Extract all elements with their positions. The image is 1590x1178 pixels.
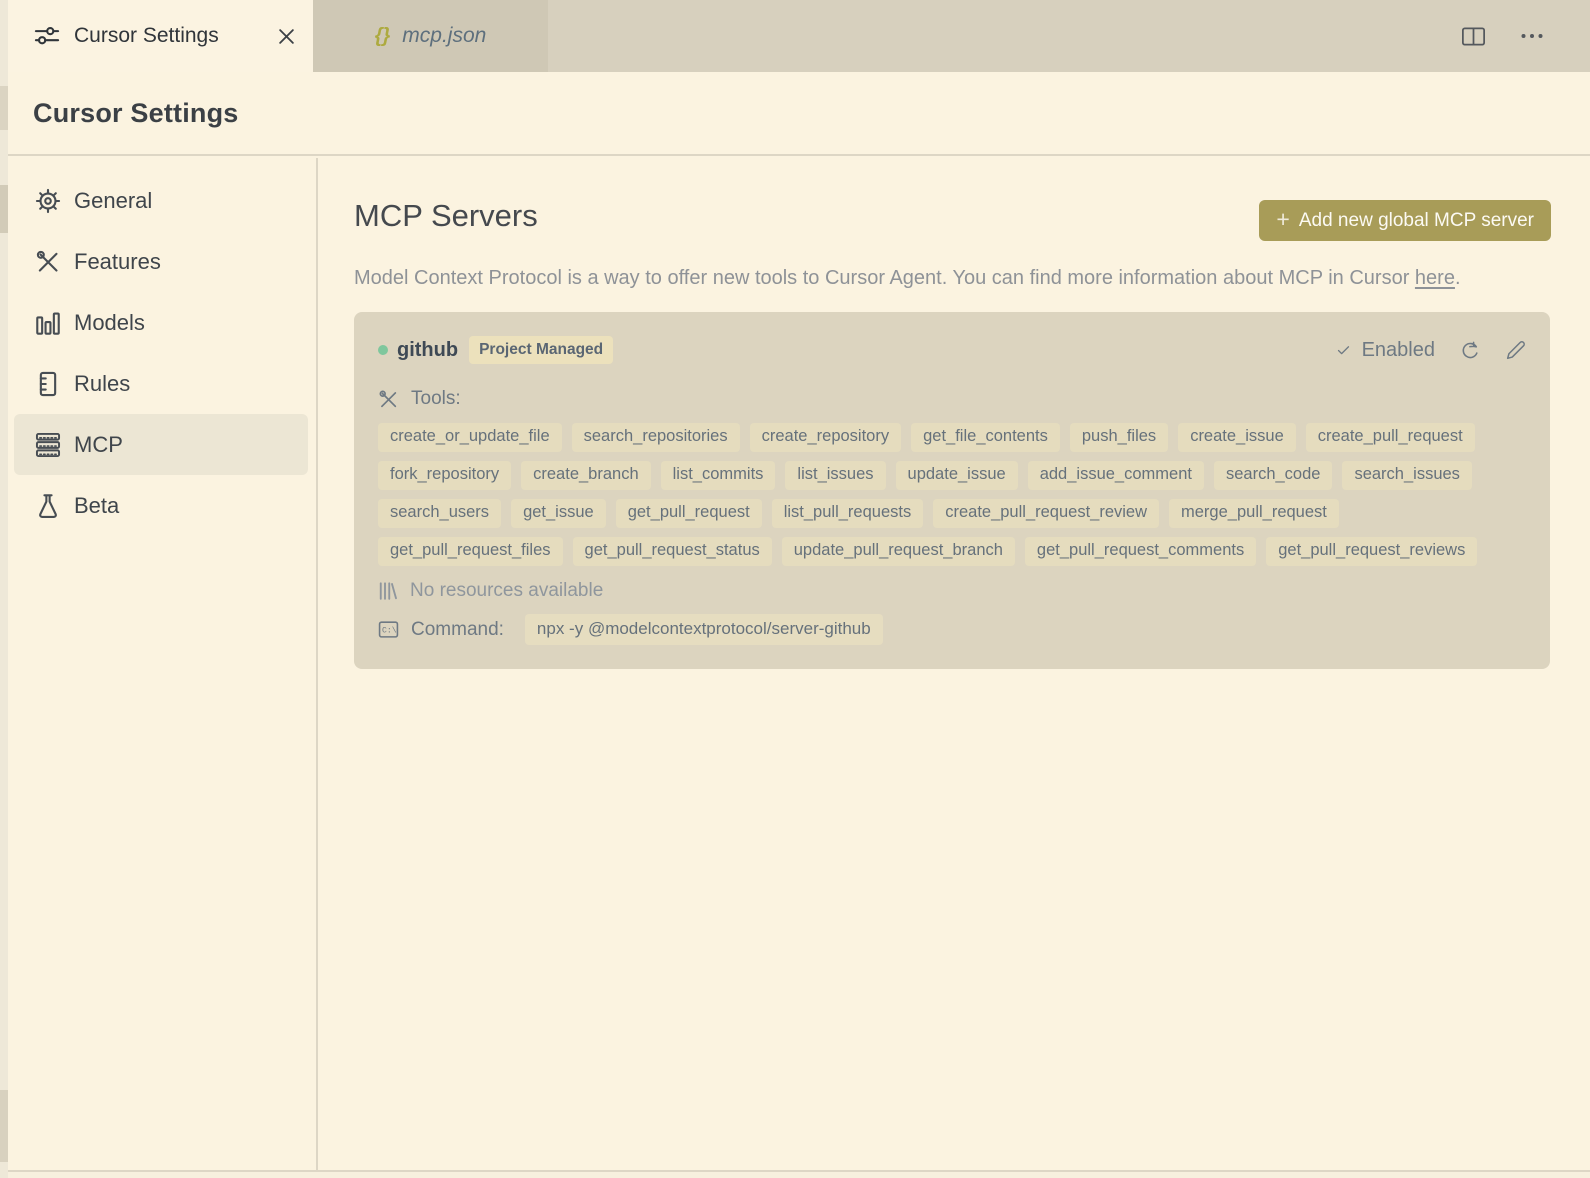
command-value: npx -y @modelcontextprotocol/server-gith…	[524, 614, 883, 645]
command-terminal-icon: C:\	[378, 619, 399, 640]
sidebar-item-features[interactable]: Features	[14, 231, 308, 292]
enabled-label: Enabled	[1361, 338, 1435, 361]
tools-label: Tools:	[411, 388, 461, 409]
tool-chip: list_issues	[785, 461, 886, 490]
editor-tab-bar: Cursor Settings {} mcp.json	[8, 0, 1590, 72]
tool-chip: add_issue_comment	[1027, 461, 1204, 490]
braces-icon: {}	[374, 24, 391, 47]
tool-chip: get_pull_request_files	[378, 537, 563, 566]
tool-chip: get_pull_request_reviews	[1266, 537, 1478, 566]
gear-icon	[35, 188, 61, 214]
edit-pencil-icon[interactable]	[1506, 340, 1526, 360]
tool-chip: create_branch	[521, 461, 651, 490]
description-period: .	[1454, 267, 1461, 289]
tool-chip: search_repositories	[571, 423, 740, 452]
plus-icon: +	[1276, 206, 1290, 232]
sidebar-item-general[interactable]: General	[14, 170, 308, 231]
sidebar-item-beta[interactable]: Beta	[14, 475, 308, 536]
more-actions-icon[interactable]	[1520, 32, 1544, 40]
mcp-settings-panel: MCP Servers + Add new global MCP server …	[318, 158, 1590, 1172]
ruler-icon	[35, 371, 61, 397]
page-title: Cursor Settings	[33, 97, 239, 128]
tool-chip: get_issue	[511, 499, 606, 528]
tool-chip: fork_repository	[378, 461, 512, 490]
split-editor-icon[interactable]	[1461, 26, 1486, 47]
sidebar-item-label: Beta	[74, 492, 120, 518]
tool-chip: create_repository	[749, 423, 902, 452]
tool-chip: list_commits	[660, 461, 776, 490]
left-edge-segment	[0, 86, 8, 130]
svg-text:C:\: C:\	[382, 626, 397, 636]
project-managed-badge: Project Managed	[469, 336, 614, 364]
tool-chip: create_pull_request_review	[933, 499, 1160, 528]
tool-chip: create_issue	[1178, 423, 1296, 452]
tool-chip: update_issue	[895, 461, 1018, 490]
tool-chip: get_pull_request	[615, 499, 762, 528]
sidebar-item-label: Features	[74, 248, 161, 274]
server-stack-icon	[35, 432, 61, 458]
tab-label: Cursor Settings	[74, 24, 219, 47]
tab-cursor-settings[interactable]: Cursor Settings	[8, 0, 313, 72]
tool-chip: push_files	[1069, 423, 1169, 452]
sidebar-item-mcp[interactable]: MCP	[14, 414, 308, 475]
section-description: Model Context Protocol is a way to offer…	[354, 261, 1534, 296]
mcp-server-card-github: github Project Managed Enabled Tools: cr…	[354, 312, 1550, 669]
sidebar-item-label: MCP	[74, 431, 123, 457]
left-edge-segment	[0, 1090, 8, 1162]
here-link[interactable]: here	[1415, 267, 1455, 289]
refresh-icon[interactable]	[1460, 340, 1481, 361]
tool-chip: create_or_update_file	[378, 423, 562, 452]
tool-chip: list_pull_requests	[771, 499, 924, 528]
left-edge-segment	[0, 185, 8, 233]
tool-chip: search_users	[378, 499, 502, 528]
close-icon[interactable]	[278, 28, 295, 45]
tab-label: mcp.json	[402, 24, 487, 47]
settings-body: General Features Models Rules MCP Beta M…	[8, 158, 1590, 1172]
tools-row: Tools:	[378, 388, 1526, 410]
sidebar-item-label: Models	[74, 309, 145, 335]
tool-chip: search_issues	[1342, 461, 1472, 490]
tool-chip: merge_pull_request	[1169, 499, 1339, 528]
command-label: Command:	[411, 618, 504, 640]
tools-chips: create_or_update_file search_repositories…	[378, 423, 1526, 566]
add-global-mcp-server-button[interactable]: + Add new global MCP server	[1259, 200, 1551, 241]
tool-chip: update_pull_request_branch	[781, 537, 1015, 566]
description-text: Model Context Protocol is a way to offer…	[354, 267, 1415, 289]
server-actions: Enabled	[1335, 339, 1526, 362]
bottom-strip	[0, 1172, 1590, 1178]
section-title: MCP Servers	[354, 198, 538, 233]
books-icon	[378, 581, 398, 601]
server-name: github	[397, 338, 459, 361]
resources-row: No resources available	[378, 580, 1526, 602]
tools-icon	[35, 249, 61, 275]
tool-chip: create_pull_request	[1305, 423, 1475, 452]
command-row: C:\ Command: npx -y @modelcontextprotoco…	[378, 614, 1526, 645]
flask-icon	[35, 493, 61, 519]
left-edge-panel	[0, 0, 8, 1178]
add-button-label: Add new global MCP server	[1298, 209, 1534, 231]
tool-chip: search_code	[1213, 461, 1333, 490]
resources-text: No resources available	[410, 580, 604, 601]
sliders-icon	[34, 23, 60, 49]
settings-sidebar: General Features Models Rules MCP Beta	[8, 158, 318, 1172]
tool-chip: get_file_contents	[911, 423, 1060, 452]
status-dot	[378, 345, 388, 355]
check-icon	[1335, 343, 1352, 358]
tab-mcp-json[interactable]: {} mcp.json	[313, 0, 548, 72]
tool-chip: get_pull_request_comments	[1024, 537, 1257, 566]
tool-chip: get_pull_request_status	[572, 537, 772, 566]
tab-bar-actions	[1461, 0, 1590, 72]
sidebar-item-label: Rules	[74, 370, 131, 396]
bar-chart-icon	[35, 310, 61, 336]
sidebar-item-models[interactable]: Models	[14, 292, 308, 353]
sidebar-item-rules[interactable]: Rules	[14, 353, 308, 414]
enabled-toggle[interactable]: Enabled	[1335, 339, 1435, 362]
tools-icon	[378, 389, 399, 410]
sidebar-item-label: General	[74, 187, 153, 213]
settings-header: Cursor Settings	[8, 72, 1590, 156]
